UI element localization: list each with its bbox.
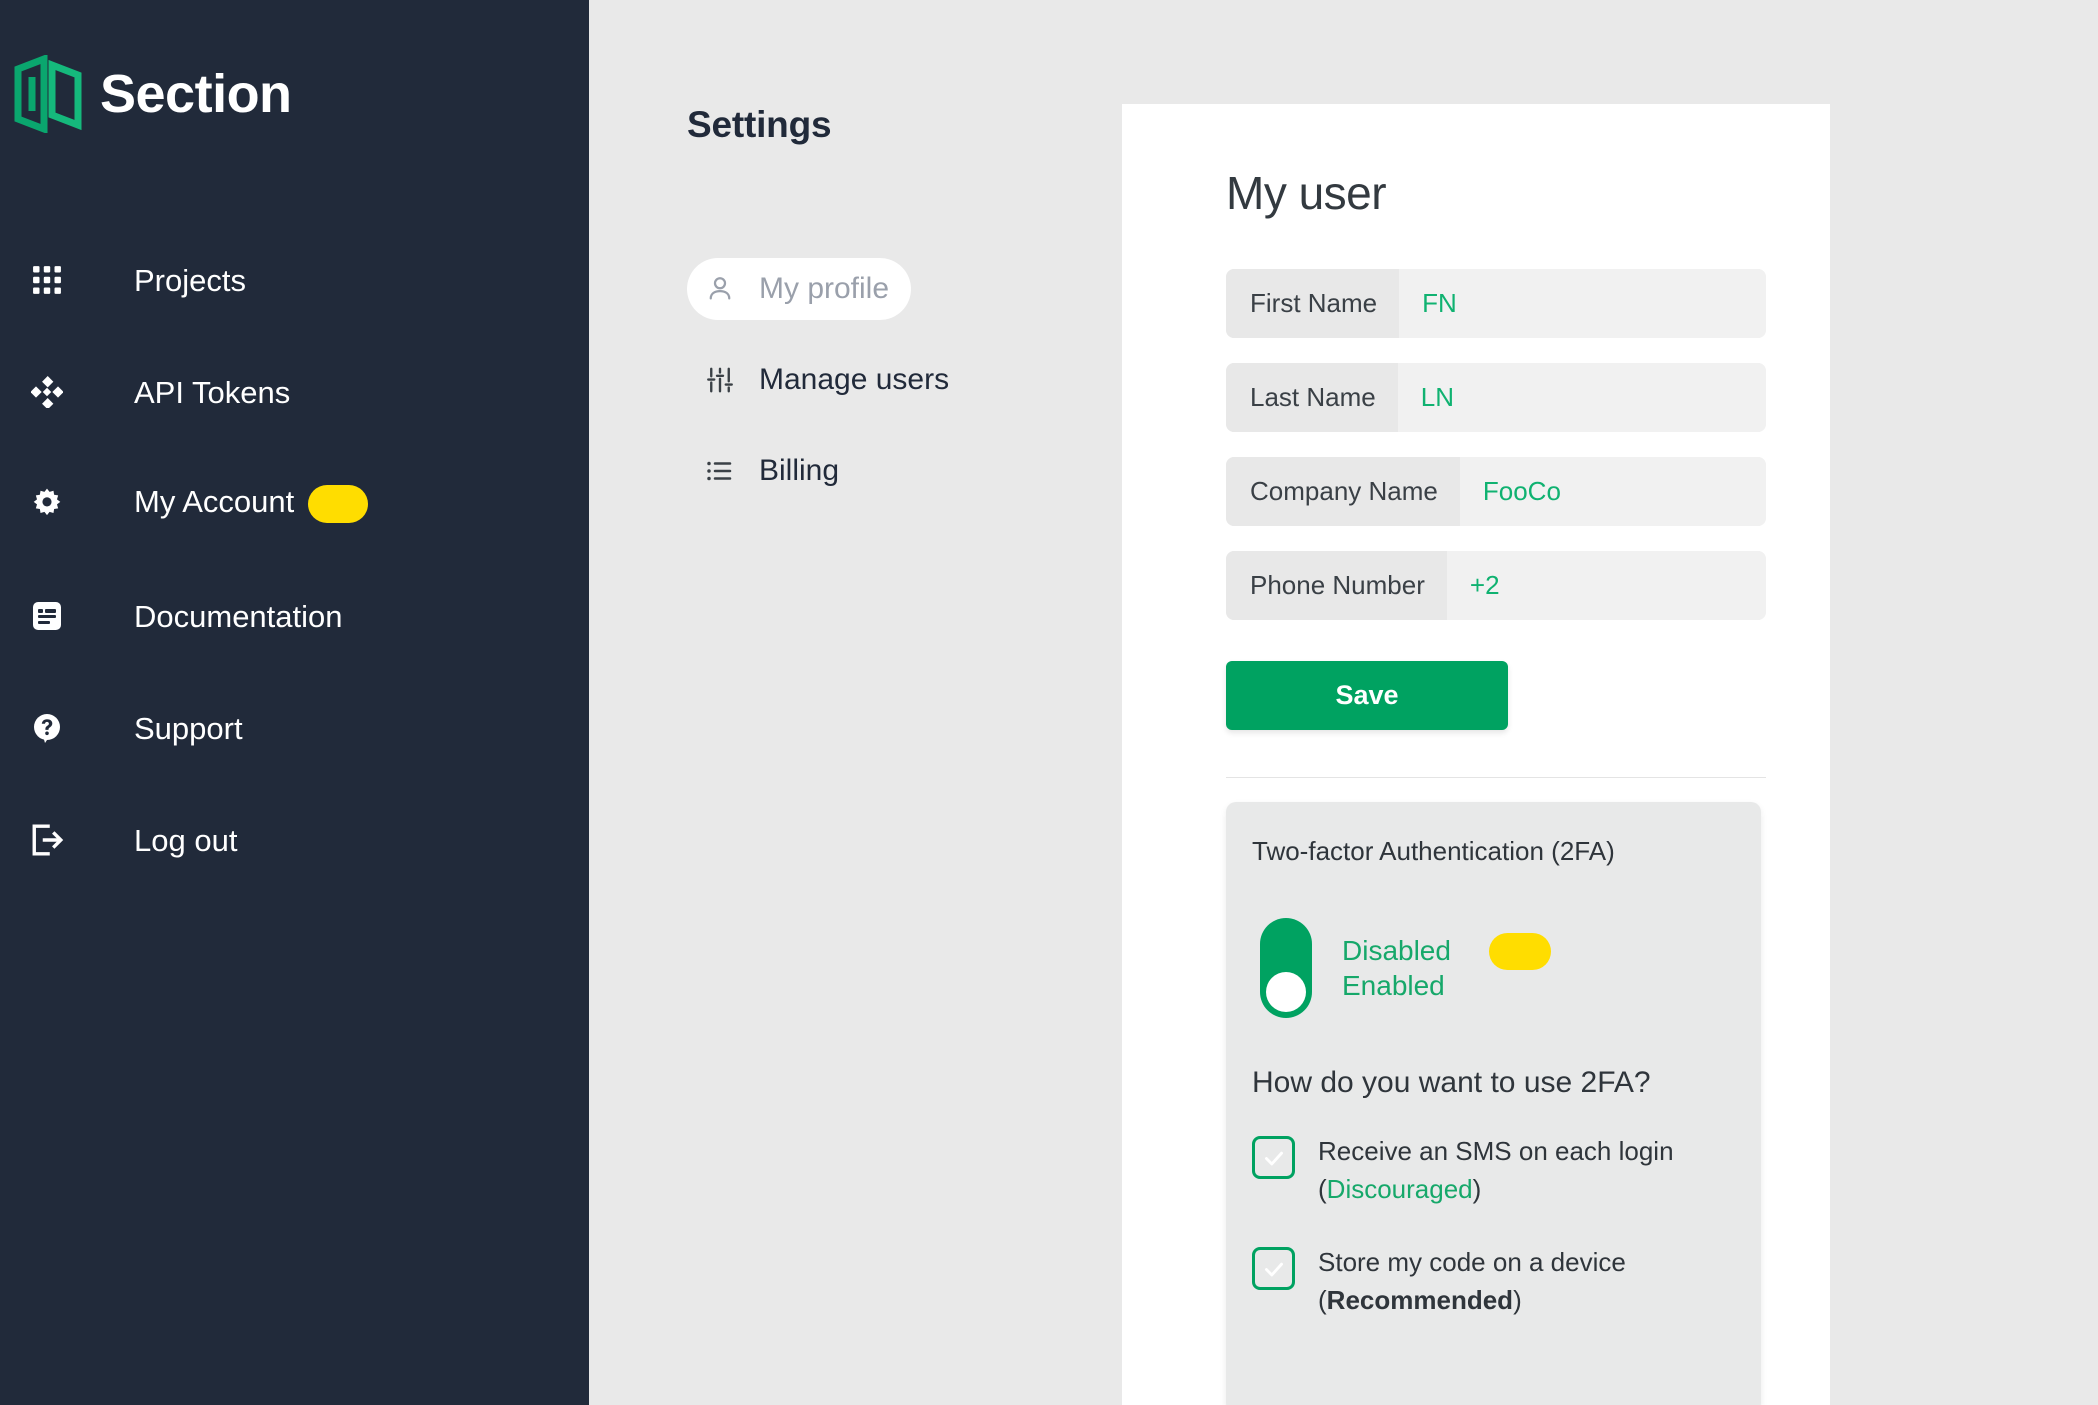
app-root: Section Projects API Tokens My Account D… [0,0,2098,1405]
logout-icon [22,815,72,865]
option-sms-note: Discouraged [1326,1173,1473,1204]
sidebar-item-label: Documentation [134,598,343,634]
two-factor-option-sms[interactable]: Receive an SMS on each login (Discouraged… [1252,1133,1761,1208]
grid-icon [22,255,72,305]
check-icon [1264,1262,1283,1277]
main-content: My user First Name FN Last Name LN Compa… [1122,0,2098,1405]
toggle-knob [1266,972,1306,1012]
toggle-state-disabled: Disabled [1342,933,1551,971]
two-factor-option-device[interactable]: Store my code on a device (Recommended) [1252,1244,1761,1319]
toggle-labels: Disabled Enabled [1342,933,1551,1003]
option-sms-note-open: ( [1318,1173,1327,1204]
settings-nav-label: Manage users [759,363,950,396]
sidebar-item-label: Projects [134,262,246,298]
yellow-pill-highlight [308,485,369,523]
brand-name: Section [100,64,292,124]
document-icon [22,591,72,641]
option-sms-label: Receive an SMS on each login [1318,1136,1674,1166]
field-label: Company Name [1226,457,1460,526]
gear-icon [22,479,72,529]
option-device-text: Store my code on a device (Recommended) [1318,1244,1626,1319]
phone-number-input[interactable]: +2 [1446,551,1766,620]
settings-column: Settings My profile Manage users Billing [589,0,1122,1405]
last-name-input[interactable]: LN [1397,363,1766,432]
sidebar-item-label: API Tokens [134,374,291,410]
check-icon [1264,1151,1283,1165]
company-name-input[interactable]: FooCo [1459,457,1766,526]
yellow-pill-highlight [1488,933,1551,971]
sidebar-item-label: Support [134,710,243,746]
two-factor-toggle[interactable] [1260,918,1312,1018]
person-icon [703,272,737,306]
sidebar-item-api-tokens[interactable]: API Tokens [0,336,589,448]
two-factor-question: How do you want to use 2FA? [1252,1066,1651,1099]
field-label: Phone Number [1226,551,1447,620]
two-factor-title: Two-factor Authentication (2FA) [1252,836,1615,866]
option-sms-text: Receive an SMS on each login (Discouraged… [1318,1133,1674,1208]
two-factor-toggle-row: Disabled Enabled [1252,918,1761,1018]
last-name-field[interactable]: Last Name LN [1226,363,1766,432]
question-bubble-icon [22,703,72,753]
sidebar: Section Projects API Tokens My Account D… [0,0,589,1405]
settings-nav-item-my-profile[interactable]: My profile [687,258,911,320]
settings-nav: My profile Manage users Billing [687,258,1122,502]
profile-card: My user First Name FN Last Name LN Compa… [1122,104,1830,1405]
phone-number-field[interactable]: Phone Number +2 [1226,551,1766,620]
option-device-note-open: ( [1318,1285,1327,1316]
company-name-field[interactable]: Company Name FooCo [1226,457,1766,526]
brand: Section [0,0,589,150]
settings-nav-label: Billing [759,454,840,487]
sidebar-item-log-out[interactable]: Log out [0,784,589,896]
card-title: My user [1226,167,1387,219]
section-logo-icon [14,53,82,135]
diamond-cluster-icon [22,367,72,417]
settings-nav-item-billing[interactable]: Billing [687,440,911,502]
page-title: Settings [687,104,832,145]
sidebar-item-documentation[interactable]: Documentation [0,560,589,672]
first-name-field[interactable]: First Name FN [1226,269,1766,338]
option-device-label: Store my code on a device [1318,1247,1626,1278]
sidebar-item-label: Log out [134,822,238,858]
settings-nav-label: My profile [759,272,890,305]
section-divider [1226,777,1766,778]
sliders-icon [703,363,737,397]
option-sms-note-close: ) [1472,1173,1482,1204]
primary-nav: Projects API Tokens My Account Documenta… [0,224,589,896]
two-factor-panel: Two-factor Authentication (2FA) Disabled… [1226,802,1761,1405]
list-icon [703,454,737,488]
save-button[interactable]: Save [1226,661,1508,730]
first-name-input[interactable]: FN [1399,269,1766,338]
sidebar-item-support[interactable]: Support [0,672,589,784]
sidebar-item-projects[interactable]: Projects [0,224,589,336]
sidebar-item-my-account[interactable]: My Account [0,448,589,560]
settings-nav-item-manage-users[interactable]: Manage users [687,349,949,411]
field-label: Last Name [1226,363,1398,432]
field-label: First Name [1226,269,1400,338]
sidebar-item-label: My Account [134,484,369,523]
option-device-note-close: ) [1513,1285,1522,1316]
toggle-state-disabled-text: Disabled [1342,935,1451,967]
checkbox-device[interactable] [1252,1247,1295,1291]
checkbox-sms[interactable] [1252,1136,1295,1179]
sidebar-item-text: My Account [134,484,295,520]
option-device-note: Recommended [1326,1285,1514,1316]
toggle-state-enabled: Enabled [1342,970,1445,1002]
